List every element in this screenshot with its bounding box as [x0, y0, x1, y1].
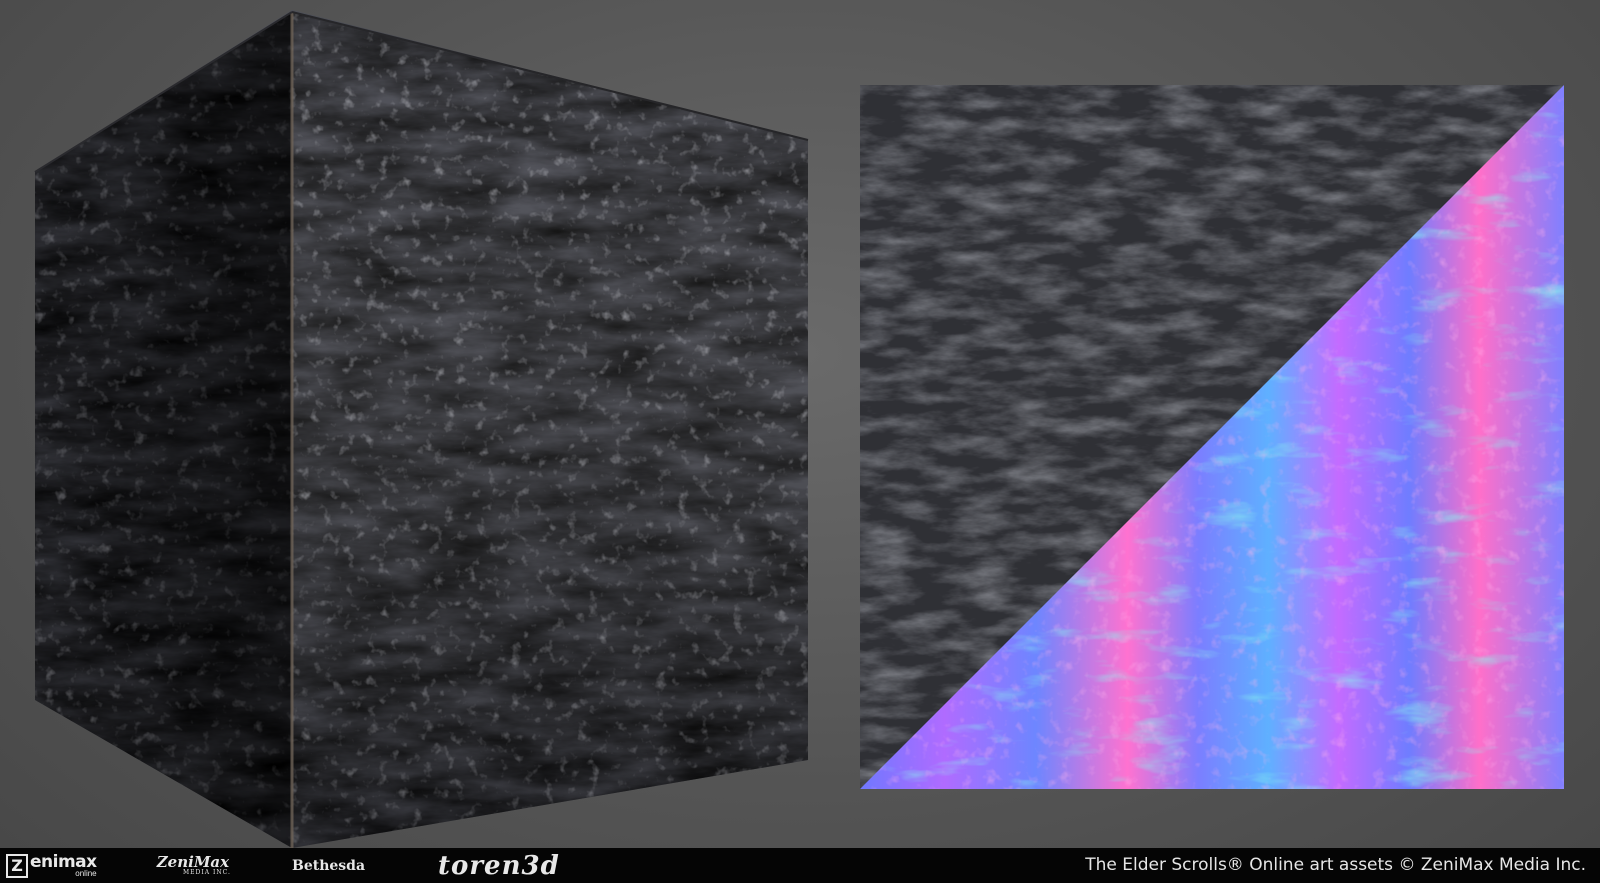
zenimax-online-logo: Z enimax online — [6, 848, 97, 883]
toren3d-logo: toren3d — [438, 850, 560, 881]
artwork-stage — [0, 0, 1600, 848]
texture-swatch — [860, 85, 1564, 789]
zenimax-online-sub: online — [75, 868, 97, 878]
zenimax-media-word: ZeniMax — [156, 853, 230, 871]
bethesda-logo: Bethesda — [292, 857, 366, 874]
footer-bar: Z enimax online ZeniMax MEDIA INC. Bethe… — [0, 848, 1600, 883]
rock-cube-render — [34, 10, 809, 848]
copyright-notice: The Elder Scrolls® Online art assets © Z… — [1085, 855, 1586, 875]
zenimax-media-logo: ZeniMax MEDIA INC. — [155, 848, 231, 883]
zenimax-online-word: enimax — [30, 851, 97, 872]
zenimax-media-sub: MEDIA INC. — [183, 869, 231, 876]
zenimax-online-mark: Z — [6, 853, 28, 878]
